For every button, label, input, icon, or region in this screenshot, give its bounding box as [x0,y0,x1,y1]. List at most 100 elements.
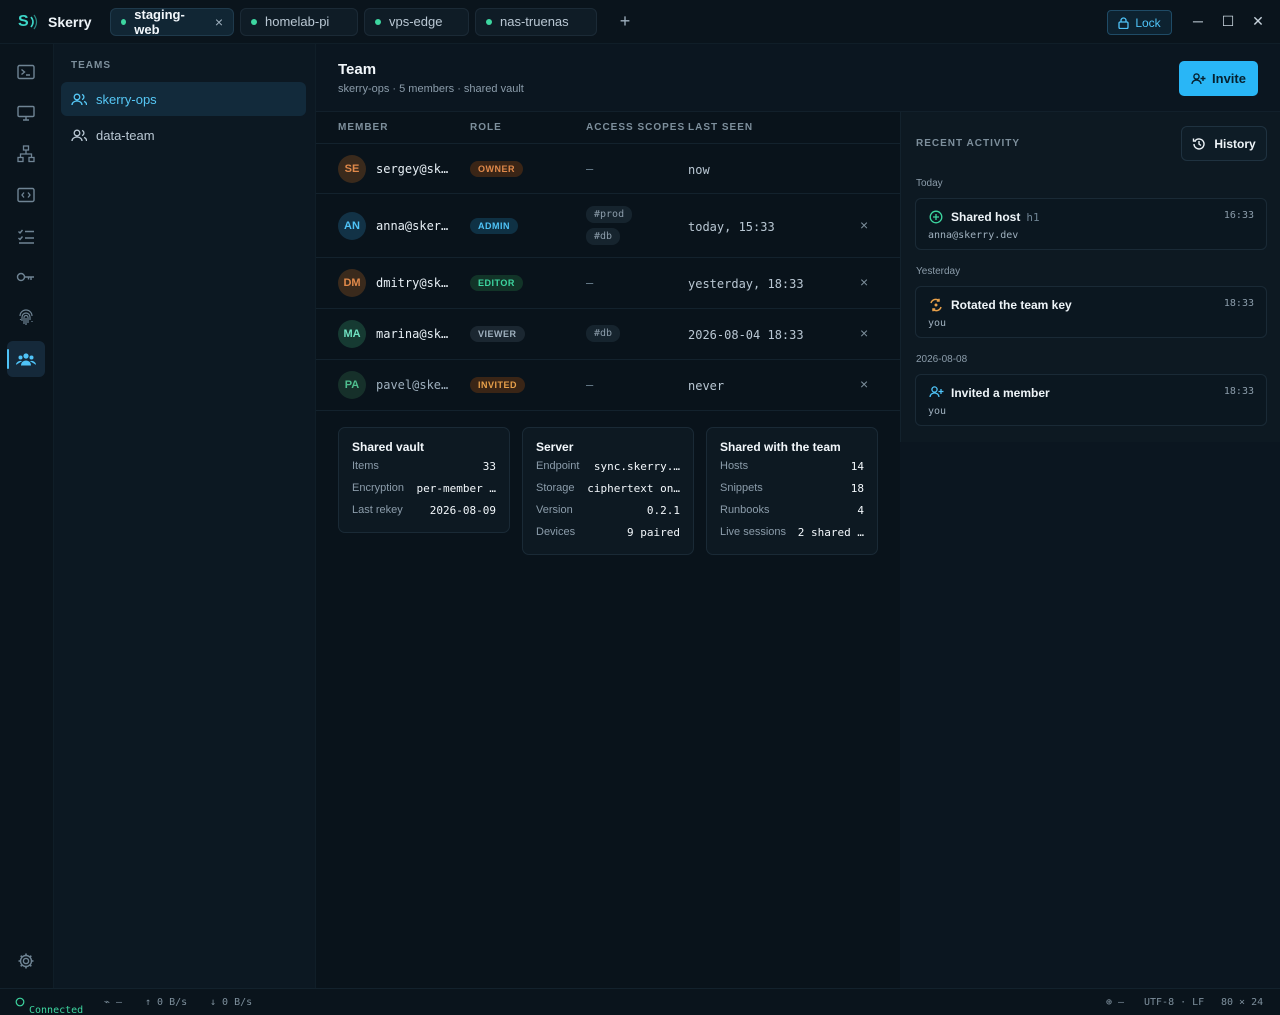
role-badge: ADMIN [470,218,518,234]
team-label: data-team [96,127,155,143]
title-bar: S Skerry staging-web × homelab-pi vps-ed… [0,0,1280,44]
table-row[interactable]: AN anna@sker… ADMIN #prod #db today, 15:… [316,194,900,258]
remove-member-icon[interactable]: × [860,274,868,290]
activity-item[interactable]: Invited a member you 18:33 [915,374,1267,426]
tab-staging-web[interactable]: staging-web × [110,6,234,37]
card-title: Shared vault [352,440,425,454]
terminal-icon[interactable] [7,54,45,90]
lock-button[interactable]: Lock [1107,10,1172,35]
tab-nas-truenas[interactable]: nas-truenas [475,7,597,36]
team-icon[interactable] [7,341,45,377]
member-email: anna@sker… [376,219,449,233]
page-header: Team skerry-ops · 5 members · shared vau… [316,44,1280,112]
scope-tag: #prod [586,206,633,223]
card-row: Items 33 [352,460,496,473]
table-row[interactable]: SE sergey@sk… OWNER – now [316,144,900,194]
fingerprint-icon[interactable] [7,300,45,336]
status-circle-icon [15,997,25,1007]
tab-homelab-pi[interactable]: homelab-pi [240,7,358,36]
activity-item[interactable]: Shared host h1 anna@skerry.dev 16:33 [915,198,1267,250]
upload-rate: ↑ 0 B/s [145,997,188,1008]
recent-activity-panel: RECENT ACTIVITY History Today Shared hos… [900,112,1280,442]
card-row: Snippets 18 [720,482,864,495]
tab-label: nas-truenas [500,14,569,29]
minimize-icon[interactable]: ─ [1189,13,1207,29]
terminal-size: 80 × 24 [1221,997,1264,1008]
activity-text: Rotated the team key [951,298,1072,312]
activity-heading: RECENT ACTIVITY [916,138,1021,149]
card-row: Encryption per-member … [352,482,496,495]
nav-rail [0,44,54,988]
column-access-scopes: ACCESS SCOPES [586,122,686,133]
last-seen: today, 15:33 [688,220,775,234]
page-subtitle: skerry-ops · 5 members · shared vault [338,83,524,95]
table-row[interactable]: DM dmitry@sk… EDITOR – yesterday, 18:33 … [316,258,900,309]
activity-author: you [928,318,947,329]
tab-label: homelab-pi [265,14,330,29]
tab-label: vps-edge [389,14,443,29]
invite-button[interactable]: Invite [1179,61,1258,96]
activity-item[interactable]: Rotated the team key you 18:33 [915,286,1267,338]
lock-icon [1118,16,1129,29]
network-status: ⊕ – [1106,997,1125,1008]
table-row[interactable]: MA marina@sk… VIEWER #db 2026-08-04 18:3… [316,309,900,360]
column-role: ROLE [470,122,502,133]
connection-status: Connected [15,997,83,1015]
close-window-icon[interactable]: ✕ [1249,13,1267,30]
teams-sidebar: TEAMS skerry-ops data-team [54,44,316,988]
team-item-skerry-ops[interactable]: skerry-ops [61,82,306,116]
users-icon [71,129,87,141]
remove-member-icon[interactable]: × [860,376,868,392]
activity-group-label: 2026-08-08 [916,354,968,365]
card-row: Devices 9 paired [536,526,680,539]
team-label: skerry-ops [96,91,157,107]
activity-author: you [928,406,947,417]
column-last-seen: LAST SEEN [688,122,754,133]
scope-tag: #db [586,325,621,342]
maximize-icon[interactable]: ☐ [1219,13,1237,30]
last-seen: now [688,163,710,177]
remove-member-icon[interactable]: × [860,325,868,341]
member-email: pavel@ske… [376,378,449,392]
connected-dot-icon [375,18,381,25]
page-title: Team [338,61,377,78]
table-row[interactable]: PA pavel@ske… INVITED – never × [316,360,900,411]
tab-vps-edge[interactable]: vps-edge [364,7,469,36]
gear-icon[interactable] [7,943,45,979]
close-tab-icon[interactable]: × [215,14,223,30]
team-main: Team skerry-ops · 5 members · shared vau… [316,44,1280,988]
role-badge: INVITED [470,377,526,393]
last-seen: never [688,379,725,393]
remove-member-icon[interactable]: × [860,217,868,233]
shared-with-team-card: Shared with the team Hosts 14 Snippets 18 … [706,427,878,555]
card-title: Server [536,440,574,454]
avatar: MA [338,320,366,348]
ssh-status: ⌁ – [104,997,123,1008]
card-row: Last rekey 2026-08-09 [352,504,496,517]
history-button[interactable]: History [1181,126,1267,161]
connected-dot-icon [486,18,492,25]
code-icon[interactable] [7,177,45,213]
card-row: Version 0.2.1 [536,504,680,517]
role-badge: EDITOR [470,275,523,291]
card-row: Runbooks 4 [720,504,864,517]
add-tab-icon[interactable]: + [613,11,637,32]
activity-group-label: Yesterday [916,266,961,277]
server-card: Server Endpoint sync.skerry.… Storage ciph… [522,427,694,555]
tab-label: staging-web [134,6,185,37]
team-item-data-team[interactable]: data-team [61,118,306,152]
key-icon[interactable] [7,259,45,295]
last-seen: yesterday, 18:33 [688,277,804,291]
monitor-icon[interactable] [7,95,45,131]
teams-heading: TEAMS [71,60,111,71]
network-icon[interactable] [7,136,45,172]
checklist-icon[interactable] [7,218,45,254]
download-rate: ↓ 0 B/s [210,997,253,1008]
app-name: Skerry [48,13,92,30]
history-icon [1193,137,1205,150]
activity-time: 18:33 [1223,298,1254,309]
rotate-key-icon [930,298,942,312]
activity-group-label: Today [916,178,943,189]
activity-text: Invited a member [951,386,1050,400]
role-badge: OWNER [470,161,523,177]
